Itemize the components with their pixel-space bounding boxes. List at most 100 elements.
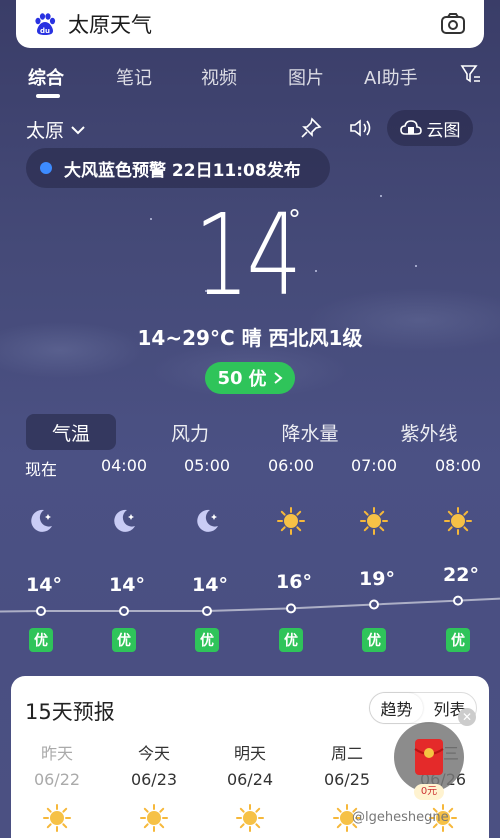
red-packet-button[interactable]: [394, 722, 464, 792]
red-packet-icon: [414, 739, 444, 775]
tab-precipitation[interactable]: 降水量: [265, 414, 355, 450]
search-query[interactable]: 太原天气: [68, 9, 440, 39]
hour-time: 现在: [24, 460, 57, 479]
moon-icon: [114, 509, 135, 532]
trend-point: [453, 595, 463, 606]
alert-text: 大风蓝色预警 22日11:08发布: [64, 160, 301, 181]
current-temperature: 14: [194, 191, 302, 321]
star: [415, 265, 417, 267]
hour-aqi-badge: 优: [195, 628, 219, 652]
trend-point: [119, 606, 129, 616]
day-date: 06/22: [33, 770, 81, 789]
close-icon[interactable]: ✕: [458, 708, 476, 726]
hour-weather-icon: [172, 506, 242, 536]
baidu-logo-icon: du: [35, 13, 56, 35]
hour-temp: 16°: [276, 571, 312, 594]
day-name: 周二: [330, 744, 363, 763]
chevron-down-icon: [71, 125, 85, 134]
hour-time: 04:00: [100, 456, 148, 475]
hour-weather-icon: [339, 506, 409, 536]
hour-aqi-badge: 优: [279, 628, 303, 652]
speaker-icon[interactable]: [348, 117, 372, 139]
hour-temp: 14°: [109, 574, 145, 596]
star: [315, 270, 317, 272]
day-name: 明天: [233, 744, 266, 763]
hour-temp: 22°: [443, 563, 479, 586]
hour-time: 06:00: [267, 456, 315, 475]
tab-temperature[interactable]: 气温: [26, 414, 116, 450]
hourly-item: 08:00: [423, 456, 493, 536]
sun-icon: [360, 507, 388, 535]
hour-weather-icon: [256, 506, 326, 536]
alert-dot: [40, 162, 52, 174]
moon-icon: [197, 509, 218, 532]
day-name: 昨天: [40, 744, 73, 763]
trend-point: [202, 606, 212, 616]
sun-icon: [236, 804, 264, 832]
degree-symbol: °: [288, 205, 301, 235]
hour-weather-icon: [6, 506, 76, 536]
active-tab-indicator: [36, 94, 60, 98]
hourly-item: 07:00: [339, 456, 409, 536]
pin-icon[interactable]: [300, 117, 322, 139]
hour-weather-icon: [423, 506, 493, 536]
aqi-value: 50: [217, 367, 243, 389]
day-date: 06/24: [226, 770, 274, 789]
hour-time: 08:00: [434, 456, 482, 475]
hour-weather-icon: [89, 506, 159, 536]
day-weather-icon: [17, 803, 97, 833]
tab-ai-assistant[interactable]: AI助手: [364, 64, 418, 90]
red-packet-amount: 0元: [414, 784, 444, 800]
forecast-day[interactable]: 明天 06/24: [210, 740, 290, 833]
day-date: 06/25: [323, 770, 371, 789]
star: [380, 195, 382, 197]
camera-icon[interactable]: [440, 11, 466, 37]
weather-summary: 14~29°C 晴 西北风1级: [137, 326, 363, 350]
day-weather-icon: [114, 803, 194, 833]
trend-point: [286, 603, 296, 614]
tab-notes[interactable]: 笔记: [116, 64, 152, 90]
aqi-label: 优: [248, 369, 267, 390]
moon-icon: [31, 509, 52, 532]
forecast-day[interactable]: 昨天 06/22: [17, 740, 97, 833]
watermark: @lgeheshegne: [352, 810, 449, 825]
hour-temp: 19°: [359, 567, 395, 590]
day-weather-icon: [210, 803, 290, 833]
tab-wind[interactable]: 风力: [145, 414, 235, 450]
trend-point: [369, 599, 379, 610]
hour-temp: 14°: [192, 574, 228, 596]
tab-uv[interactable]: 紫外线: [384, 414, 474, 450]
hourly-item: 06:00: [256, 456, 326, 536]
category-tabs: 综合 笔记 视频 图片 AI助手: [0, 58, 500, 98]
city-selector[interactable]: 太原: [26, 116, 86, 143]
search-bar[interactable]: du 太原天气: [16, 0, 484, 48]
cloud-map-icon: [399, 120, 422, 135]
hourly-item: 现在: [6, 456, 76, 536]
cloud-map-button[interactable]: 云图: [387, 110, 473, 146]
hour-aqi-badge: 优: [362, 628, 386, 652]
filter-icon[interactable]: [460, 63, 482, 85]
day-date: 06/23: [130, 770, 178, 789]
weather-alert[interactable]: 大风蓝色预警 22日11:08发布: [26, 148, 330, 188]
forecast-title: 15天预报: [25, 700, 115, 724]
chevron-right-icon: [273, 372, 283, 384]
hour-aqi-badge: 优: [112, 628, 136, 652]
sun-icon: [277, 507, 305, 535]
hourly-item: 04:00: [89, 456, 159, 536]
tab-images[interactable]: 图片: [288, 64, 324, 90]
forecast-day[interactable]: 今天 06/23: [114, 740, 194, 833]
hourly-item: 05:00: [172, 456, 242, 536]
sun-icon: [444, 507, 472, 535]
city-name: 太原: [26, 120, 65, 142]
hour-time: 05:00: [183, 456, 231, 475]
toggle-trend[interactable]: 趋势: [370, 693, 423, 723]
hour-time: 07:00: [350, 456, 398, 475]
aqi-button[interactable]: 50 优: [205, 362, 295, 394]
sun-icon: [140, 804, 168, 832]
tab-videos[interactable]: 视频: [201, 64, 237, 90]
day-name: 今天: [137, 744, 170, 763]
tab-comprehensive[interactable]: 综合: [28, 64, 64, 90]
trend-point: [36, 606, 46, 616]
sun-icon: [43, 804, 71, 832]
star: [150, 218, 152, 220]
